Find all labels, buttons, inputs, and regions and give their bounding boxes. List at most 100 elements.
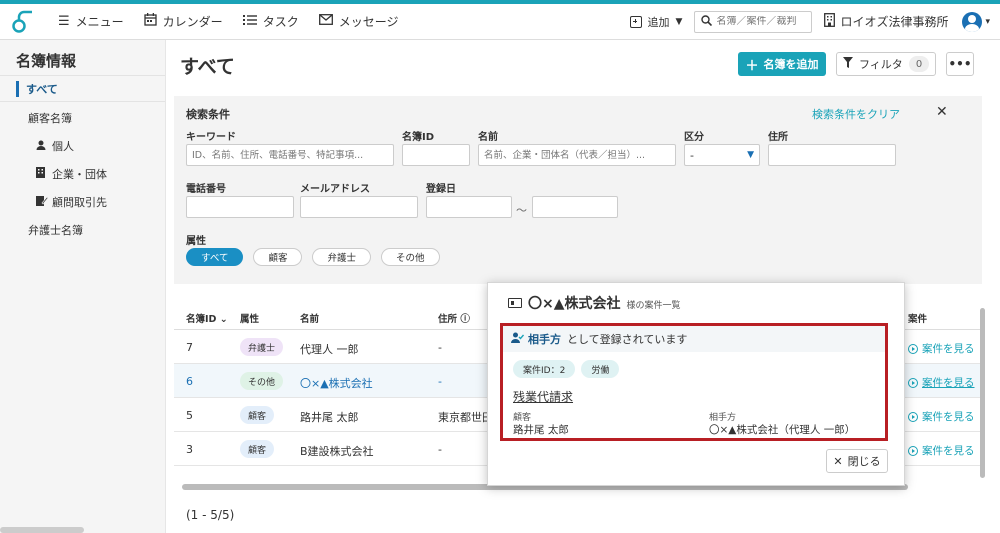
sidebar-item-advisory[interactable]: 顧問取引先: [0, 188, 165, 216]
row-name[interactable]: 〇×▲株式会社: [300, 375, 373, 391]
date-label: 登録日: [426, 184, 456, 195]
case-list-popup: 〇×▲株式会社 様の案件一覧 相手方 として登録されています 案件ID：2 労働…: [487, 282, 905, 486]
opponent-value: 〇×▲株式会社（代理人 一郎）: [709, 424, 856, 436]
view-cases-link[interactable]: 案件を見る: [908, 409, 975, 424]
id-input[interactable]: [402, 144, 470, 166]
attr-badge: 弁護士: [240, 338, 284, 356]
close-icon[interactable]: ✕: [936, 104, 948, 120]
topbar-right: 追加 ▼ ロイオズ法律事務所 ▾: [629, 10, 990, 33]
role-name: 相手方: [528, 333, 561, 346]
name-label: 名前: [478, 132, 498, 143]
clear-search-link[interactable]: 検索条件をクリア: [812, 106, 900, 122]
row-id: 3: [186, 443, 193, 456]
col-id-header[interactable]: 名簿ID ⌄: [186, 311, 228, 325]
range-separator: ～: [516, 204, 527, 217]
keyword-label: キーワード: [186, 132, 236, 143]
nav-menu[interactable]: ☰ メニュー: [58, 13, 124, 30]
row-id: 7: [186, 341, 193, 354]
role-bar: 相手方 として登録されています: [503, 326, 885, 352]
table-vertical-scrollbar[interactable]: [980, 308, 985, 478]
id-card-icon: [508, 298, 522, 308]
row-name: 路井尾 太郎: [300, 411, 359, 424]
sidebar-item-all[interactable]: すべて: [0, 76, 165, 102]
sidebar-item-company[interactable]: 企業・団体: [0, 160, 165, 188]
view-cases-link[interactable]: 案件を見る: [908, 443, 975, 458]
row-id: 6: [186, 375, 193, 388]
building-icon: [824, 13, 836, 30]
view-cases-link[interactable]: 案件を見る: [908, 375, 975, 390]
help-icon: ⓘ: [460, 314, 470, 325]
person-icon: [36, 140, 52, 153]
sidebar-item-individual[interactable]: 個人: [0, 132, 165, 160]
row-name: B建設株式会社: [300, 445, 374, 458]
phone-input[interactable]: [186, 196, 294, 218]
more-button[interactable]: •••: [946, 52, 974, 76]
plus-square-icon: [629, 15, 642, 28]
attr-badge: 顧客: [240, 440, 275, 458]
name-input[interactable]: [478, 144, 676, 166]
address-input[interactable]: [768, 144, 896, 166]
sidebar-item-lawyer-list[interactable]: 弁護士名簿: [0, 216, 165, 244]
category-select[interactable]: - ▼: [684, 144, 760, 166]
phone-label: 電話番号: [186, 184, 226, 195]
add-menu[interactable]: 追加 ▼: [629, 14, 683, 30]
nav-calendar[interactable]: カレンダー: [144, 13, 223, 30]
nav-tasks[interactable]: タスク: [242, 13, 299, 30]
top-bar: ☰ メニュー カレンダー タスク メッセージ 追加 ▼ 名簿／案件／裁判 ロイオ…: [0, 0, 1000, 40]
id-label: 名簿ID: [402, 132, 435, 143]
global-search-input[interactable]: [716, 16, 807, 27]
nav-messages[interactable]: メッセージ: [318, 13, 398, 30]
attr-pill-lawyer[interactable]: 弁護士: [312, 248, 371, 266]
hamburger-icon: ☰: [58, 14, 70, 29]
user-avatar[interactable]: [962, 11, 983, 32]
chevron-down-icon: ⌄: [219, 314, 228, 325]
keyword-input[interactable]: [186, 144, 394, 166]
row-address: -: [438, 341, 442, 354]
page-title: すべて: [180, 56, 235, 78]
address-label: 住所: [768, 132, 788, 143]
category-label: 区分: [684, 132, 704, 143]
play-circle-icon: [908, 343, 918, 354]
client-value: 路井尾 太郎: [513, 424, 569, 436]
play-circle-icon: [908, 411, 918, 422]
search-panel-title: 検索条件: [186, 108, 230, 121]
row-address: -: [438, 443, 442, 456]
popup-subtitle: 様の案件一覧: [626, 301, 681, 311]
dropdown-arrow-icon: ▼: [747, 150, 754, 160]
sidebar-item-client-list[interactable]: 顧客名簿: [0, 104, 165, 132]
attr-badge: 顧客: [240, 406, 275, 424]
row-address: 東京都世田: [438, 411, 493, 424]
email-input[interactable]: [300, 196, 418, 218]
sidebar-scrollbar[interactable]: [0, 527, 84, 533]
case-type-badge: 労働: [581, 360, 620, 378]
row-address: -: [438, 375, 442, 388]
filter-icon: [843, 57, 853, 71]
global-search[interactable]: [694, 10, 813, 33]
contract-icon: [36, 195, 52, 209]
close-button[interactable]: ✕ 閉じる: [826, 449, 888, 473]
date-to-input[interactable]: [532, 196, 618, 218]
col-attr-header: 属性: [240, 314, 260, 325]
play-circle-icon: [908, 377, 918, 388]
filter-button[interactable]: フィルタ 0: [836, 52, 936, 76]
email-label: メールアドレス: [300, 184, 370, 195]
calendar-icon: [144, 13, 157, 30]
attr-pill-other[interactable]: その他: [381, 248, 440, 266]
case-id-badge: 案件ID：2: [513, 360, 576, 378]
attr-filter-group: すべて 顧客 弁護士 その他: [186, 248, 450, 266]
office-selector[interactable]: ロイオズ法律事務所: [824, 13, 948, 30]
chevron-down-icon: ▼: [675, 16, 683, 27]
filter-count-badge: 0: [909, 56, 929, 72]
row-name: 代理人 一郎: [300, 343, 359, 356]
view-cases-link[interactable]: 案件を見る: [908, 341, 975, 356]
attr-pill-client[interactable]: 顧客: [253, 248, 303, 266]
case-tags: 案件ID：2 労働: [513, 360, 625, 378]
date-from-input[interactable]: [426, 196, 512, 218]
add-entry-button[interactable]: ＋ 名簿を追加: [738, 52, 826, 76]
app-logo[interactable]: [10, 9, 36, 35]
attr-pill-all[interactable]: すべて: [186, 248, 244, 266]
case-card-highlight: 相手方 として登録されています 案件ID：2 労働 残業代請求 顧客 路井尾 太…: [500, 323, 888, 441]
pagination-info: (1 - 5/5): [186, 508, 235, 522]
chevron-down-icon[interactable]: ▾: [985, 17, 990, 27]
case-name-link[interactable]: 残業代請求: [513, 388, 573, 405]
